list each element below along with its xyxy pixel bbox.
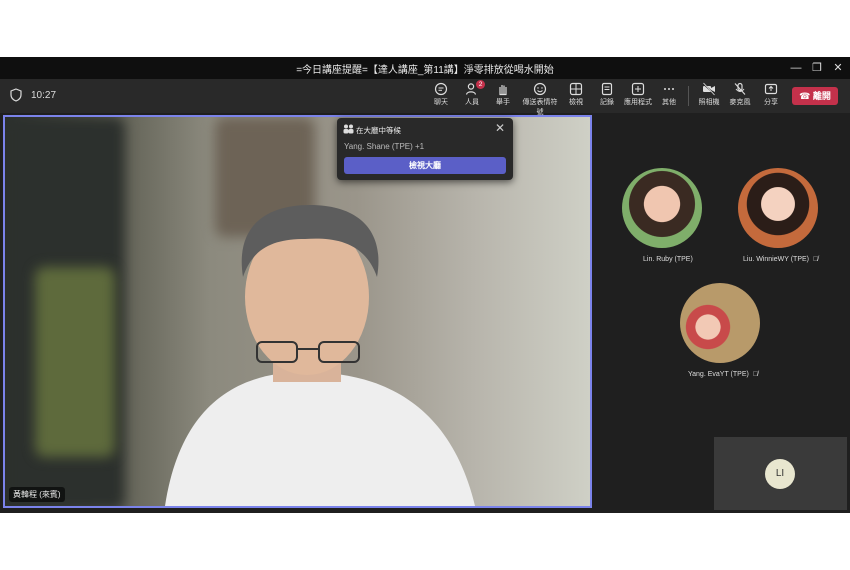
lobby-header: 在大廳中等候: [356, 126, 401, 135]
raise-hand-label: 舉手: [496, 99, 510, 106]
mic-off-icon: [734, 82, 746, 95]
more-label: 其他: [662, 99, 676, 106]
people-label: 人員: [465, 99, 479, 106]
speaker-name-tag: 黃韓程 (來賓): [9, 487, 65, 502]
raise-hand-button[interactable]: 舉手: [485, 82, 521, 107]
toolbar-divider: [688, 86, 689, 106]
people-count-badge: 2: [476, 80, 485, 89]
people-icon: [343, 124, 354, 134]
raise-hand-icon: [499, 85, 507, 96]
participant-name: Liu. WinnieWY (TPE): [743, 256, 809, 263]
close-window-button[interactable]: ✕: [827, 59, 849, 77]
view-icon: [569, 82, 583, 96]
more-icon: [664, 88, 674, 90]
chat-icon: [434, 82, 448, 96]
camera-label: 照相機: [698, 99, 720, 106]
lobby-waiting-names: Yang. Shane (TPE) +1: [344, 142, 425, 151]
mic-off-icon: 🎙̸: [813, 256, 819, 263]
participant-avatar[interactable]: [738, 168, 818, 248]
participant-name-row: Yang. EvaYT (TPE) 🎙̸: [688, 371, 758, 378]
apps-icon: [631, 82, 645, 96]
self-video-tile[interactable]: LI: [714, 437, 847, 510]
participant-name: Lin. Ruby (TPE): [643, 256, 693, 263]
emoji-label: 傳送表情符號: [522, 99, 558, 116]
share-button[interactable]: 分享: [753, 82, 789, 107]
participant-avatar[interactable]: [680, 283, 760, 363]
window-title: =今日講座提醒=【達人講座_第11講】淨零排放從喝水開始: [296, 65, 554, 76]
minimize-button[interactable]: —: [785, 59, 807, 77]
hang-up-icon: ☎: [799, 91, 811, 101]
share-icon: [764, 83, 778, 95]
more-button[interactable]: 其他: [651, 82, 687, 107]
share-label: 分享: [764, 99, 778, 106]
emoji-button[interactable]: 傳送表情符號: [520, 82, 560, 117]
self-avatar: LI: [765, 459, 795, 489]
mic-off-icon: 🎙̸: [752, 371, 759, 378]
close-icon[interactable]: ✕: [495, 121, 505, 135]
leave-label: 離開: [812, 91, 831, 101]
teams-meeting-window: =今日講座提醒=【達人講座_第11講】淨零排放從喝水開始 — ❐ ✕ 10:27…: [0, 57, 850, 513]
participant-avatar[interactable]: [622, 168, 702, 248]
apps-label: 應用程式: [624, 99, 652, 106]
view-label: 檢視: [569, 99, 583, 106]
participant-name-row: Liu. WinnieWY (TPE) 🎙̸: [743, 256, 818, 263]
shield-icon: [10, 88, 22, 102]
camera-icon: [702, 82, 716, 96]
participant-name: Yang. EvaYT (TPE): [688, 371, 749, 378]
meeting-timer: 10:27: [31, 90, 57, 101]
notes-icon: [601, 82, 613, 96]
mic-label: 麥克風: [729, 99, 751, 106]
title-bar: =今日講座提醒=【達人講座_第11講】淨零排放從喝水開始 — ❐ ✕: [0, 57, 850, 79]
notes-label: 記錄: [600, 99, 614, 106]
meeting-toolbar: 10:27 聊天 2 人員 舉手 傳送表情符號 檢視 記錄 應用程式 其他 照相…: [0, 79, 850, 116]
chat-label: 聊天: [434, 99, 448, 106]
maximize-button[interactable]: ❐: [806, 59, 828, 77]
emoji-icon: [533, 82, 547, 96]
lobby-notification: 在大廳中等候 ✕ Yang. Shane (TPE) +1 檢視大廳: [337, 118, 513, 180]
view-lobby-button[interactable]: 檢視大廳: [344, 157, 506, 174]
leave-button[interactable]: ☎ 離開: [792, 87, 838, 105]
